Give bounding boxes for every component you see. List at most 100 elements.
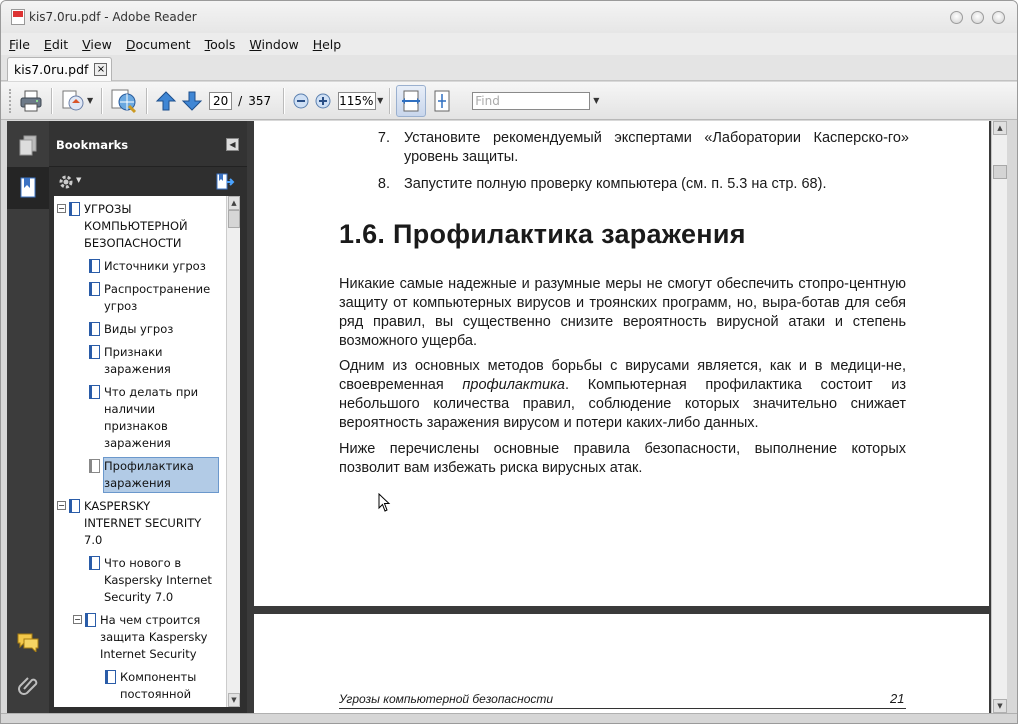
pdf-file-icon (11, 9, 25, 25)
scroll-thumb[interactable] (993, 165, 1007, 179)
paragraph: Одним из основных методов борьбы с вирус… (339, 358, 906, 431)
review-globe-icon (111, 89, 137, 113)
section-heading: 1.6. Профилактика заражения (339, 219, 746, 249)
scroll-down-button[interactable]: ▼ (993, 699, 1007, 713)
collaborate-button[interactable] (110, 87, 138, 115)
bookmark-item[interactable]: − УГРОЗЫ КОМПЬЮТЕРНОЙ БЕЗОПАСНОСТИ (57, 201, 223, 252)
paragraph: Ниже перечислены основные правила безопа… (339, 441, 906, 476)
share-button[interactable]: ▼ (60, 87, 93, 115)
page-footer-text: Угрозы компьютерной безопасности (339, 692, 554, 706)
paragraph: Никакие самые надежные и разумные меры н… (339, 276, 906, 349)
bookmark-icon (89, 345, 100, 359)
bookmark-icon (89, 385, 100, 399)
chevron-down-icon[interactable]: ▼ (593, 96, 599, 105)
menu-tools[interactable]: Tools (205, 37, 236, 52)
expand-bookmark-icon[interactable] (215, 172, 235, 192)
list-number: 8. (377, 176, 390, 192)
bookmark-item[interactable]: Что нового в Kaspersky Internet Security… (86, 555, 219, 606)
bookmark-item[interactable]: Компоненты постоянной (102, 669, 210, 703)
fit-width-button[interactable] (396, 84, 427, 117)
bookmarks-scrollbar[interactable]: ▲ ▼ (226, 196, 240, 707)
fit-width-icon (402, 90, 421, 111)
bookmark-item-selected[interactable]: Профилактика заражения (86, 457, 219, 493)
menu-file[interactable]: File (9, 37, 30, 52)
menu-edit[interactable]: Edit (44, 37, 68, 52)
toolbar-separator (51, 87, 52, 114)
menu-view[interactable]: View (82, 37, 112, 52)
minimize-button[interactable] (950, 11, 963, 24)
arrow-down-icon (181, 91, 203, 111)
collapse-toggle[interactable]: − (57, 501, 66, 510)
menu-window[interactable]: Window (249, 37, 298, 52)
navigation-rail (7, 121, 49, 713)
find-input[interactable]: Find (472, 91, 591, 110)
scroll-up-button[interactable]: ▲ (228, 196, 240, 210)
bookmark-item[interactable]: Распространение угроз (86, 281, 219, 315)
bookmark-label: Что нового в Kaspersky Internet Security… (104, 556, 212, 604)
pdf-page: Угрозы компьютерной безопасности 21 (254, 614, 989, 713)
bookmark-icon (89, 556, 100, 570)
arrow-up-icon (155, 90, 177, 110)
collapse-toggle[interactable]: − (73, 615, 82, 624)
chevron-down-icon[interactable]: ▼ (76, 176, 81, 184)
footer-rule (339, 708, 906, 709)
menu-help[interactable]: Help (313, 37, 342, 52)
bookmark-label: На чем строится защита Kaspersky Interne… (100, 613, 208, 661)
toolbar-separator (146, 87, 148, 114)
close-window-button[interactable] (992, 11, 1005, 24)
scroll-thumb[interactable] (228, 210, 240, 228)
document-tab[interactable]: kis7.0ru.pdf × (7, 57, 113, 81)
title-bar: kis7.0ru.pdf - Adobe Reader (1, 1, 1017, 33)
bookmark-icon (89, 282, 100, 296)
document-view[interactable]: 7. Установите рекомендуемый экспертами «… (247, 121, 991, 713)
scroll-up-button[interactable]: ▲ (993, 121, 1007, 135)
toolbar-separator (101, 87, 103, 114)
pdf-page: 7. Установите рекомендуемый экспертами «… (254, 121, 989, 606)
window-title: kis7.0ru.pdf - Adobe Reader (29, 10, 197, 24)
comments-panel-button[interactable] (7, 621, 49, 663)
pages-icon (19, 135, 37, 156)
comments-icon (17, 633, 39, 652)
printer-icon (20, 90, 42, 111)
fit-page-button[interactable] (432, 87, 452, 115)
collapse-toggle[interactable]: − (57, 204, 66, 213)
bookmark-item[interactable]: Что делать при наличии признаков заражен… (86, 384, 204, 452)
pages-panel-button[interactable] (7, 125, 49, 167)
main-toolbar: ▼ 20 / 357 115% ▼ Find ▼ (1, 82, 1017, 120)
bookmark-icon (89, 322, 100, 336)
document-scrollbar[interactable]: ▲ ▼ (991, 121, 1007, 713)
chevron-down-icon[interactable]: ▼ (377, 96, 383, 105)
share-document-icon (62, 90, 84, 110)
scroll-down-button[interactable]: ▼ (228, 693, 240, 707)
previous-page-button[interactable] (155, 87, 177, 115)
document-tab-strip: kis7.0ru.pdf × (1, 55, 1017, 81)
bookmarks-header: Bookmarks ◀ (49, 121, 247, 167)
bookmark-icon (89, 259, 100, 273)
gear-icon[interactable] (57, 173, 75, 191)
bookmark-item[interactable]: − KASPERSKY INTERNET SECURITY 7.0 (57, 498, 223, 549)
page-total: 357 (248, 93, 272, 108)
menu-document[interactable]: Document (126, 37, 191, 52)
bookmark-label: УГРОЗЫ КОМПЬЮТЕРНОЙ БЕЗОПАСНОСТИ (84, 202, 188, 250)
adobe-reader-window: kis7.0ru.pdf - Adobe Reader File Edit Vi… (0, 0, 1018, 724)
bookmark-item[interactable]: Признаки заражения (86, 344, 184, 378)
bookmarks-tree: − УГРОЗЫ КОМПЬЮТЕРНОЙ БЕЗОПАСНОСТИ Источ… (54, 196, 226, 707)
maximize-button[interactable] (971, 11, 984, 24)
bookmark-item[interactable]: Источники угроз (86, 258, 206, 275)
zoom-out-button[interactable] (292, 87, 310, 115)
bookmark-item[interactable]: − На чем строится защита Kaspersky Inter… (73, 612, 223, 663)
toolbar-grip[interactable] (9, 88, 13, 113)
bookmark-item[interactable]: Виды угроз (86, 321, 173, 338)
collapse-panel-button[interactable]: ◀ (226, 138, 239, 151)
next-page-button[interactable] (181, 87, 203, 115)
zoom-in-button[interactable] (314, 87, 332, 115)
page-number-input[interactable]: 20 (209, 91, 233, 110)
bookmark-label: Источники угроз (104, 259, 206, 273)
tab-close-button[interactable]: × (94, 63, 108, 76)
list-text: Установите рекомендуемый экспертами «Лаб… (404, 130, 909, 165)
bookmarks-panel-button[interactable] (7, 167, 49, 209)
list-number: 7. (377, 130, 390, 146)
print-button[interactable] (19, 87, 43, 115)
zoom-level-select[interactable]: 115% (338, 91, 377, 110)
attachments-panel-button[interactable] (7, 665, 49, 707)
